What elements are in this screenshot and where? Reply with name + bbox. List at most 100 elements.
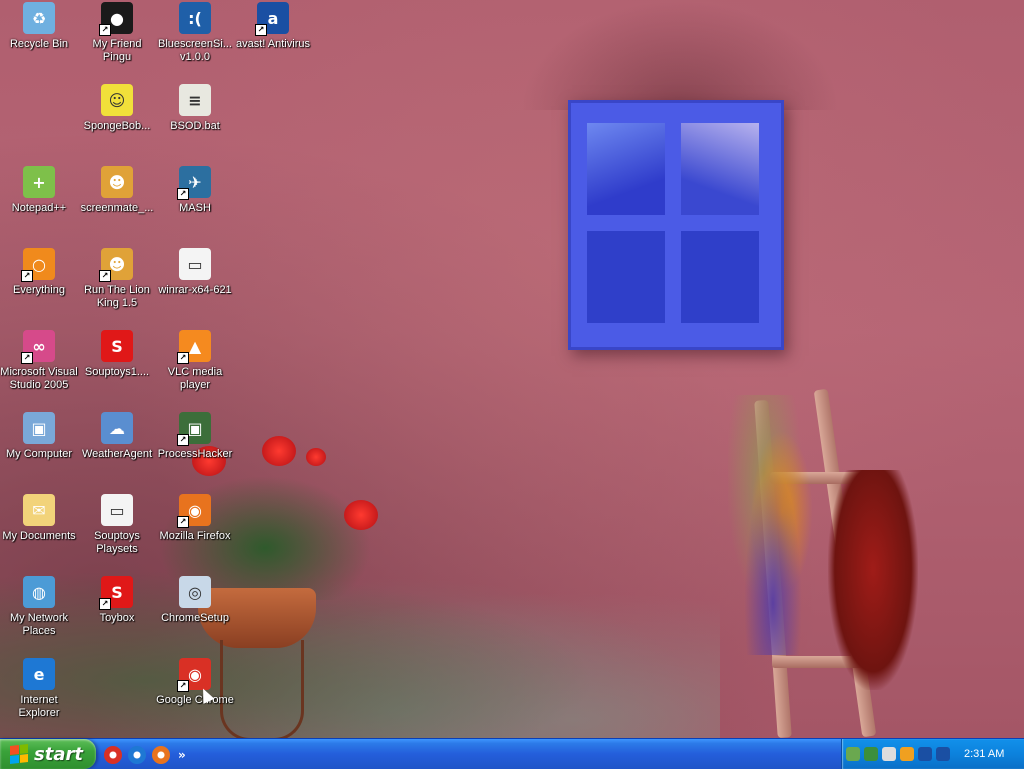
desktop-shortcut[interactable]: ◍ My Network Places bbox=[0, 576, 78, 638]
everything-icon: ○ ↗ bbox=[21, 248, 55, 282]
batch-file-icon: ≡ bbox=[179, 84, 211, 116]
desktop-shortcut[interactable]: ◉ ↗ Google Chrome bbox=[156, 658, 234, 707]
firefox-icon: ◉ ↗ bbox=[177, 494, 211, 528]
wallpaper-shadow bbox=[520, 0, 840, 110]
quick-launch-more-button[interactable]: » bbox=[178, 748, 186, 762]
desktop-shortcut[interactable]: ≡ BSOD.bat bbox=[156, 84, 234, 133]
desktop-shortcut-label: BluescreenSi... v1.0.0 bbox=[158, 38, 232, 63]
shortcut-arrow-icon: ↗ bbox=[99, 598, 111, 610]
desktop-shortcut[interactable]: ▣ My Computer bbox=[0, 412, 78, 461]
wallpaper-window bbox=[568, 100, 784, 350]
desktop-shortcut[interactable]: a ↗ avast! Antivirus bbox=[234, 2, 312, 51]
bluescreen-icon: :( bbox=[179, 2, 211, 34]
shortcut-arrow-icon: ↗ bbox=[255, 24, 267, 36]
chromesetup-icon: ◎ bbox=[179, 576, 211, 608]
desktop-shortcut-label: BSOD.bat bbox=[170, 120, 220, 132]
desktop-shortcut-label: Mozilla Firefox bbox=[159, 530, 231, 542]
weatheragent-icon: ☁ bbox=[101, 412, 133, 444]
desktop-shortcut-label: Recycle Bin bbox=[9, 38, 69, 50]
clock[interactable]: 2:31 AM bbox=[964, 748, 1004, 760]
desktop-shortcut-label: WeatherAgent bbox=[81, 448, 153, 460]
internet-explorer-icon: e bbox=[23, 658, 55, 690]
desktop-shortcut-label: Toybox bbox=[99, 612, 135, 624]
avast-tray-icon[interactable] bbox=[936, 747, 950, 761]
shortcut-arrow-icon: ↗ bbox=[177, 188, 189, 200]
desktop-shortcut[interactable]: ▭ winrar-x64-621 bbox=[156, 248, 234, 297]
shortcut-arrow-icon: ↗ bbox=[177, 352, 189, 364]
shortcut-arrow-icon: ↗ bbox=[99, 270, 111, 282]
my-documents-icon: ✉ bbox=[23, 494, 55, 526]
desktop-shortcut-label: SpongeBob... bbox=[83, 120, 151, 132]
start-button[interactable]: start bbox=[0, 739, 96, 769]
desktop-shortcut-label: Internet Explorer bbox=[18, 694, 60, 719]
desktop-shortcut-label: Notepad++ bbox=[11, 202, 67, 214]
shortcut-arrow-icon: ↗ bbox=[99, 24, 111, 36]
mash-icon: ✈ ↗ bbox=[177, 166, 211, 200]
installer-window-icon: ▭ bbox=[101, 494, 133, 526]
wallpaper-chile-ristra bbox=[828, 470, 918, 690]
desktop-shortcut-label: My Friend Pingu bbox=[92, 38, 142, 63]
desktop-shortcut-label: ChromeSetup bbox=[161, 612, 229, 624]
notepadpp-icon: + bbox=[23, 166, 55, 198]
quick-launch-firefox-icon[interactable] bbox=[152, 746, 170, 764]
souptoys-icon: S bbox=[101, 330, 133, 362]
quick-launch-internet-explorer-icon[interactable] bbox=[128, 746, 146, 764]
desktop-shortcut[interactable]: ♻ Recycle Bin bbox=[0, 2, 78, 51]
desktop-shortcut[interactable]: + Notepad++ bbox=[0, 166, 78, 215]
recycle-bin-icon: ♻ bbox=[23, 2, 55, 34]
network-tray-icon[interactable] bbox=[846, 747, 860, 761]
wallpaper-herbs bbox=[728, 395, 818, 655]
desktop-shortcut[interactable]: ▭ Souptoys Playsets bbox=[78, 494, 156, 556]
info-tray-icon[interactable] bbox=[918, 747, 932, 761]
desktop-shortcut[interactable]: e Internet Explorer bbox=[0, 658, 78, 720]
desktop-shortcut-label: avast! Antivirus bbox=[236, 38, 310, 50]
printer-tray-icon[interactable] bbox=[882, 747, 896, 761]
desktop-shortcut[interactable]: ✉ My Documents bbox=[0, 494, 78, 543]
desktop-shortcut[interactable]: ▲ ↗ VLC media player bbox=[156, 330, 234, 392]
desktop-shortcut[interactable]: ☻ screenmate_... bbox=[78, 166, 156, 215]
desktop-shortcut[interactable]: S ↗ Toybox bbox=[78, 576, 156, 625]
desktop-shortcut-label: Google Chrome bbox=[156, 694, 234, 706]
wallpaper-flower bbox=[306, 448, 326, 466]
desktop-shortcut[interactable]: ● ↗ My Friend Pingu bbox=[78, 2, 156, 64]
chrome-icon: ◉ ↗ bbox=[177, 658, 211, 692]
quick-launch-bar: » bbox=[104, 744, 186, 766]
search-tray-icon[interactable] bbox=[900, 747, 914, 761]
wallpaper-flower bbox=[344, 500, 378, 530]
desktop-shortcut[interactable]: ◉ ↗ Mozilla Firefox bbox=[156, 494, 234, 543]
spongebob-icon: ☺ bbox=[101, 84, 133, 116]
desktop-shortcut-label: Souptoys Playsets bbox=[94, 530, 140, 555]
desktop-shortcut[interactable]: ✈ ↗ MASH bbox=[156, 166, 234, 215]
desktop-shortcut[interactable]: ◎ ChromeSetup bbox=[156, 576, 234, 625]
wallpaper-flower bbox=[262, 436, 296, 466]
desktop-shortcut[interactable]: ∞ ↗ Microsoft Visual Studio 2005 bbox=[0, 330, 78, 392]
recycle-tray-icon[interactable] bbox=[864, 747, 878, 761]
visual-studio-icon: ∞ ↗ bbox=[21, 330, 55, 364]
screenmate-icon: ☻ bbox=[101, 166, 133, 198]
desktop-shortcut[interactable]: ☻ ↗ Run The Lion King 1.5 bbox=[78, 248, 156, 310]
processhacker-icon: ▣ ↗ bbox=[177, 412, 211, 446]
desktop-shortcut-label: My Computer bbox=[5, 448, 73, 460]
taskbar: start » 2:31 AM bbox=[0, 738, 1024, 769]
desktop-shortcut-label: MASH bbox=[179, 202, 211, 214]
desktop-shortcut[interactable]: ☺ SpongeBob... bbox=[78, 84, 156, 133]
desktop-shortcut[interactable]: :( BluescreenSi... v1.0.0 bbox=[156, 2, 234, 64]
desktop-shortcut-label: My Documents bbox=[2, 530, 76, 542]
desktop-shortcut-label: screenmate_... bbox=[80, 202, 154, 214]
windows-logo-icon bbox=[10, 744, 28, 764]
desktop-shortcut[interactable]: S Souptoys1.... bbox=[78, 330, 156, 379]
shortcut-arrow-icon: ↗ bbox=[177, 516, 189, 528]
shortcut-arrow-icon: ↗ bbox=[177, 680, 189, 692]
installer-window-icon: ▭ bbox=[179, 248, 211, 280]
my-computer-icon: ▣ bbox=[23, 412, 55, 444]
shortcut-arrow-icon: ↗ bbox=[21, 352, 33, 364]
desktop[interactable]: ♻ Recycle Bin ● ↗ My Friend Pingu:(Bluescree… bbox=[0, 0, 1024, 738]
lion-king-icon: ☻ ↗ bbox=[99, 248, 133, 282]
quick-launch-chrome-icon[interactable] bbox=[104, 746, 122, 764]
desktop-shortcut[interactable]: ☁ WeatherAgent bbox=[78, 412, 156, 461]
desktop-shortcut-label: Everything bbox=[13, 284, 65, 296]
desktop-shortcut[interactable]: ○ ↗ Everything bbox=[0, 248, 78, 297]
desktop-shortcut-label: Run The Lion King 1.5 bbox=[84, 284, 150, 309]
desktop-shortcut-label: Souptoys1.... bbox=[84, 366, 150, 378]
desktop-shortcut[interactable]: ▣ ↗ ProcessHacker bbox=[156, 412, 234, 461]
